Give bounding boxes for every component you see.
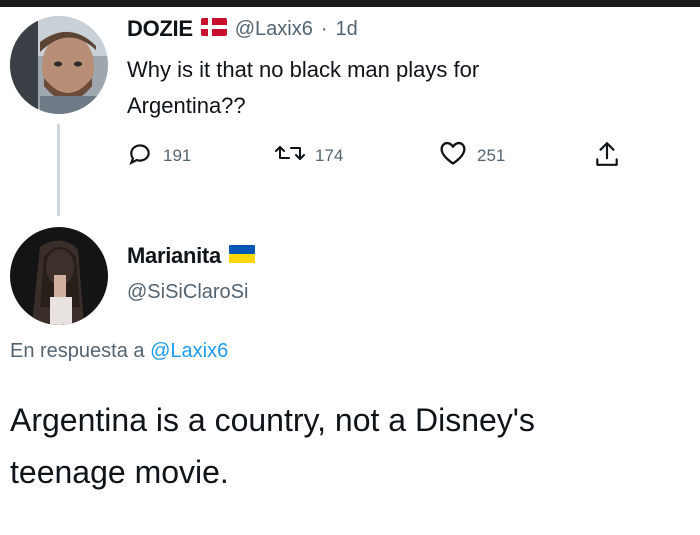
tweet1-handle[interactable]: @Laxix6 [235, 18, 313, 41]
avatar-dozie[interactable] [10, 16, 108, 114]
tweet2-text-line2: teenage movie. [10, 454, 229, 490]
tweet1-header: DOZIE @Laxix6 · 1d [127, 14, 358, 44]
tweet1-separator: · [320, 17, 328, 40]
like-count: 251 [477, 145, 506, 165]
reply-to-handle-link[interactable]: @Laxix6 [150, 340, 228, 362]
reply-button[interactable]: 191 [127, 140, 191, 171]
thread-connector-line [57, 124, 60, 216]
reply-count: 191 [163, 145, 192, 165]
tweet2-display-name[interactable]: Marianita [127, 243, 221, 269]
retweet-count: 174 [315, 145, 344, 165]
tweet1-display-name[interactable]: DOZIE [127, 16, 193, 42]
reply-prefix: En respuesta a [10, 340, 145, 362]
tweet2-text-line1: Argentina is a country, not a Disney's [10, 402, 535, 438]
reply-context: En respuesta a @Laxix6 [10, 340, 228, 363]
reply-icon [127, 140, 153, 171]
like-button[interactable]: 251 [439, 140, 505, 171]
retweet-button[interactable]: 174 [275, 140, 343, 171]
tweet1-text: Why is it that no black man plays for Ar… [127, 52, 647, 124]
denmark-flag-icon [200, 17, 227, 41]
retweet-icon [275, 140, 305, 171]
heart-icon [439, 140, 467, 171]
ukraine-flag-icon [228, 244, 255, 268]
tweet1-text-line2: Argentina?? [127, 93, 246, 118]
tweet2-handle[interactable]: @SiSiClaroSi [127, 281, 248, 304]
top-dark-bar [0, 0, 700, 7]
tweet2-text: Argentina is a country, not a Disney's t… [10, 394, 690, 498]
tweet1-action-bar: 191 174 251 [127, 140, 647, 172]
share-button[interactable] [594, 140, 620, 173]
share-icon [594, 140, 620, 173]
avatar-marianita[interactable] [10, 227, 108, 325]
tweet1-time[interactable]: 1d [336, 18, 358, 41]
tweet2-header: Marianita [127, 243, 255, 269]
tweet1-text-line1: Why is it that no black man plays for [127, 57, 480, 82]
